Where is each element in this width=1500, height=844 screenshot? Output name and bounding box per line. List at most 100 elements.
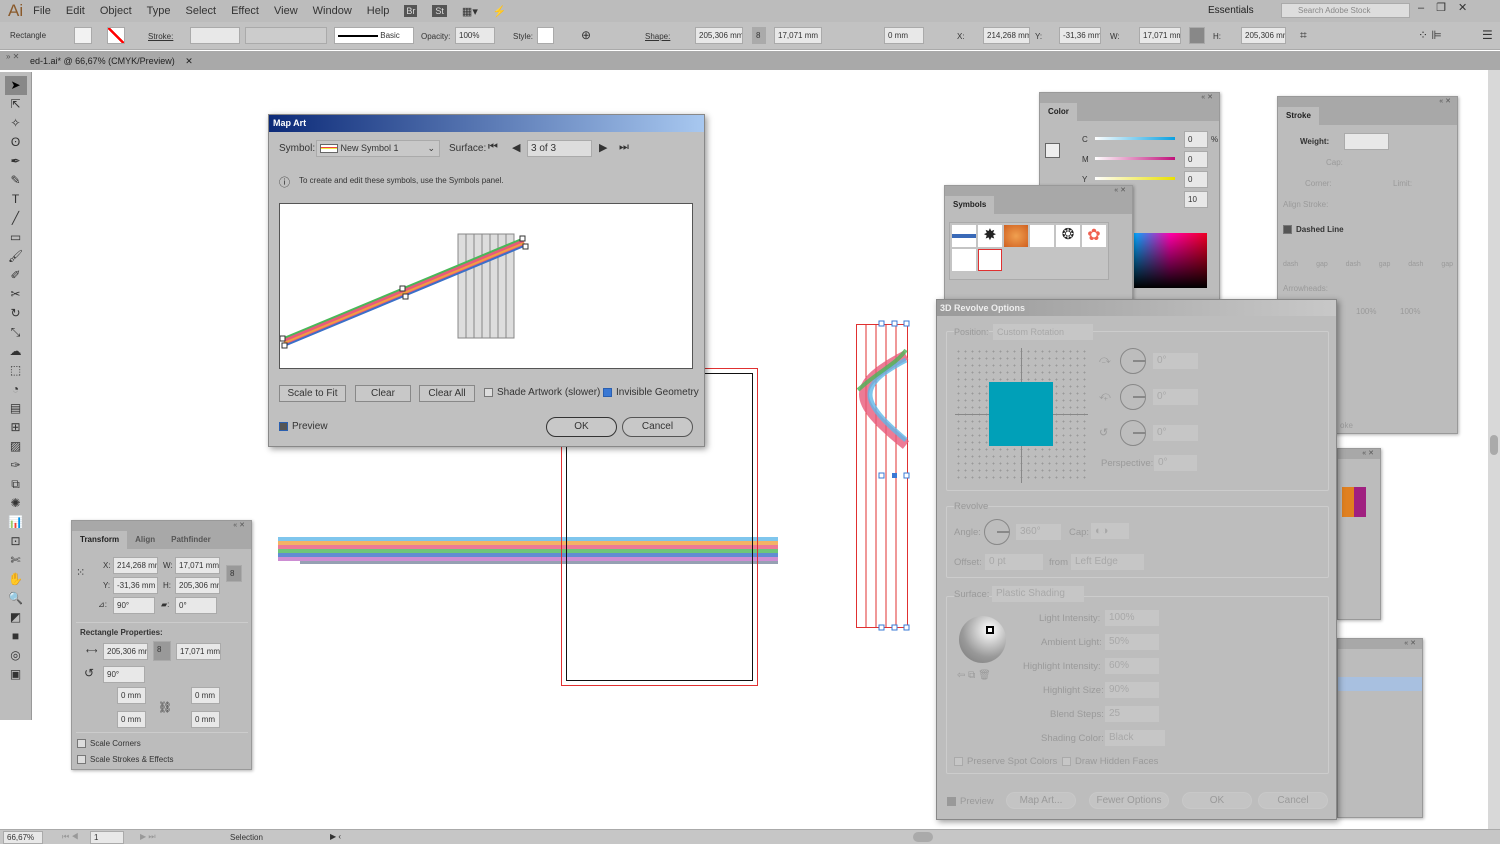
- vertical-scrollbar[interactable]: [1488, 70, 1500, 829]
- draw-hidden-faces-checkbox[interactable]: Draw Hidden Faces: [1062, 756, 1158, 767]
- invisible-geometry-checkbox[interactable]: Invisible Geometry: [603, 387, 699, 398]
- weight-field[interactable]: [1344, 133, 1389, 150]
- angle-dial[interactable]: [984, 519, 1010, 545]
- tab-transform[interactable]: Transform: [72, 531, 128, 549]
- offset-field[interactable]: 0 pt: [985, 554, 1043, 570]
- warped-stripes-artwork[interactable]: [278, 537, 778, 564]
- tab-symbols[interactable]: Symbols: [945, 196, 995, 214]
- panel-collapse-icon[interactable]: « ✕: [72, 521, 251, 531]
- symbol-stripe[interactable]: [952, 225, 976, 247]
- fewer-options-button[interactable]: Fewer Options: [1089, 792, 1169, 809]
- unlink-corners-icon[interactable]: ⛓: [158, 701, 172, 714]
- zoom-field[interactable]: 66,67%: [3, 831, 43, 844]
- symbol-flower[interactable]: ✿: [1082, 225, 1106, 247]
- next-surface-icon[interactable]: ▶: [599, 141, 607, 154]
- artboard-nav-next-icon[interactable]: ▶ ⏭: [140, 832, 156, 842]
- rect-link-icon[interactable]: 8: [153, 641, 171, 661]
- revolve-ok-button[interactable]: OK: [1182, 792, 1252, 809]
- h-field[interactable]: 205,306 mm: [175, 577, 220, 594]
- shading-color-select[interactable]: Black: [1105, 730, 1165, 746]
- cancel-button[interactable]: Cancel: [622, 417, 693, 437]
- swatch-group[interactable]: [1342, 487, 1366, 517]
- symbol-line[interactable]: [952, 249, 976, 271]
- panel-collapse-icon[interactable]: « ✕: [1278, 97, 1457, 107]
- k-field[interactable]: 10: [1184, 191, 1208, 208]
- rotate-y-dial[interactable]: [1120, 384, 1146, 410]
- rotate-x-field[interactable]: 0°: [1153, 353, 1198, 369]
- rect-width-field[interactable]: 205,306 mm: [103, 643, 148, 660]
- revolve-preview-checkbox[interactable]: Preview: [947, 796, 994, 807]
- revolve-cancel-button[interactable]: Cancel: [1258, 792, 1328, 809]
- corner-radius-4-field[interactable]: 0 mm: [191, 711, 220, 728]
- symbol-blank[interactable]: [1030, 225, 1054, 247]
- dashed-line-checkbox[interactable]: Dashed Line: [1283, 225, 1344, 235]
- layer-row[interactable]: [1338, 677, 1422, 691]
- from-select[interactable]: Left Edge: [1071, 554, 1144, 570]
- light-controls-icons[interactable]: ⇦ ⧉ 🗑: [957, 670, 991, 681]
- preview-checkbox[interactable]: Preview: [279, 421, 328, 432]
- panel-collapse-icon[interactable]: « ✕: [945, 186, 1132, 196]
- ok-button[interactable]: OK: [546, 417, 617, 437]
- position-select[interactable]: Custom Rotation: [993, 324, 1093, 340]
- artboard-nav-prev-icon[interactable]: ⏮ ◀: [62, 832, 79, 842]
- previous-surface-icon[interactable]: ◀: [512, 141, 520, 154]
- surface-preview[interactable]: [279, 203, 693, 369]
- rect-height-field[interactable]: 17,071 mm: [176, 643, 221, 660]
- color-spectrum[interactable]: [1134, 233, 1207, 288]
- panel-collapse-icon[interactable]: « ✕: [1338, 639, 1422, 649]
- corner-radius-3-field[interactable]: 0 mm: [117, 711, 146, 728]
- scale-corners-checkbox[interactable]: Scale Corners: [77, 739, 141, 749]
- arrow-scale-end[interactable]: 100%: [1400, 307, 1420, 316]
- symbol-select[interactable]: New Symbol 1 ⌄: [316, 140, 440, 157]
- symbol-wreath[interactable]: ❂: [1056, 225, 1080, 247]
- panel-collapse-icon[interactable]: « ✕: [1040, 93, 1219, 103]
- corner-radius-2-field[interactable]: 0 mm: [191, 687, 220, 704]
- surface-select[interactable]: Plastic Shading: [992, 586, 1084, 602]
- clear-all-button[interactable]: Clear All: [419, 385, 475, 402]
- clear-button[interactable]: Clear: [355, 385, 411, 402]
- panel-collapse-icon[interactable]: « ✕: [1338, 449, 1380, 459]
- arrow-scale-start[interactable]: 100%: [1356, 307, 1376, 316]
- y-field[interactable]: -31,36 mm: [113, 577, 158, 594]
- corner-radius-1-field[interactable]: 0 mm: [117, 687, 146, 704]
- constrain-link-icon[interactable]: 8: [226, 565, 242, 582]
- highlight-intensity-field[interactable]: 60%: [1105, 658, 1159, 674]
- tab-stroke[interactable]: Stroke: [1278, 107, 1319, 125]
- scale-strokes-checkbox[interactable]: Scale Strokes & Effects: [77, 755, 173, 765]
- preserve-spot-colors-checkbox[interactable]: Preserve Spot Colors: [954, 756, 1057, 767]
- rotate-y-field[interactable]: 0°: [1153, 389, 1198, 405]
- surface-field[interactable]: 3 of 3: [527, 140, 592, 157]
- artboard-field[interactable]: 1: [90, 831, 124, 844]
- status-menu-icon[interactable]: ▶ ‹: [330, 832, 341, 841]
- x-field[interactable]: 214,268 mm: [113, 557, 158, 574]
- cap-toggle-buttons[interactable]: ◐◑: [1091, 523, 1129, 539]
- rotate-x-dial[interactable]: [1120, 348, 1146, 374]
- symbol-splat[interactable]: ✸: [978, 225, 1002, 247]
- rect-rotation-field[interactable]: 90°: [103, 666, 145, 683]
- symbol-new-symbol-1[interactable]: [978, 249, 1002, 271]
- horizontal-scrollbar-thumb[interactable]: [913, 832, 933, 842]
- map-art-button[interactable]: Map Art...: [1006, 792, 1076, 809]
- symbols-list[interactable]: ✸ ❂ ✿: [949, 222, 1109, 280]
- m-field[interactable]: 0: [1184, 151, 1208, 168]
- m-slider[interactable]: [1095, 157, 1175, 160]
- last-surface-icon[interactable]: ⏭: [619, 141, 629, 154]
- rotate-z-field[interactable]: 0°: [1153, 425, 1198, 441]
- lighting-sphere[interactable]: [959, 616, 1006, 663]
- scale-to-fit-button[interactable]: Scale to Fit: [279, 385, 346, 402]
- shade-artwork-checkbox[interactable]: Shade Artwork (slower): [484, 387, 600, 398]
- revolved-3d-object[interactable]: [856, 320, 910, 631]
- light-source-handle[interactable]: [986, 626, 994, 634]
- scrollbar-thumb[interactable]: [1490, 435, 1498, 455]
- tab-align[interactable]: Align: [127, 531, 163, 549]
- tab-pathfinder[interactable]: Pathfinder: [163, 531, 219, 549]
- shear-field[interactable]: 0°: [175, 597, 217, 614]
- c-field[interactable]: 0: [1184, 131, 1208, 148]
- fill-swatch[interactable]: [1045, 143, 1060, 158]
- rotate-z-dial[interactable]: [1120, 420, 1146, 446]
- rotation-cube-preview[interactable]: [955, 348, 1088, 483]
- c-slider[interactable]: [1095, 137, 1175, 140]
- angle-field[interactable]: 360°: [1016, 524, 1061, 540]
- first-surface-icon[interactable]: ⏮: [488, 141, 498, 154]
- symbol-orange-ball[interactable]: [1004, 225, 1028, 247]
